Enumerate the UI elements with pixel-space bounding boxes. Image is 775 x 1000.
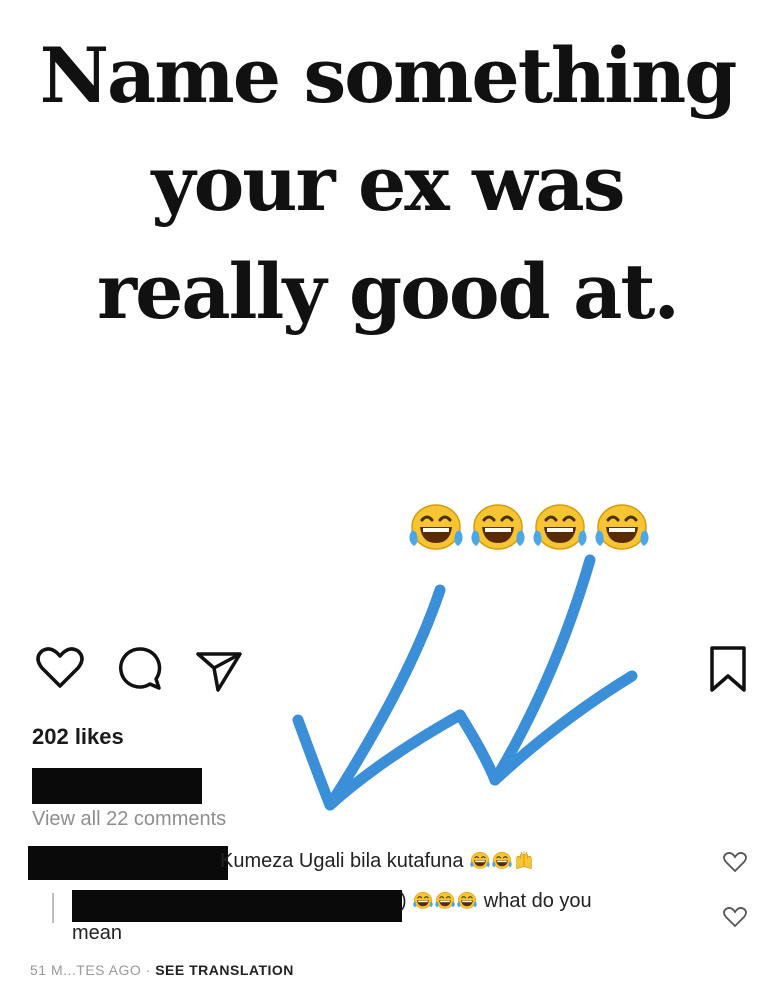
redacted-commenter-name [28,846,228,880]
meta-separator: · [145,962,151,978]
post-headline: Name something your ex was really good a… [0,22,775,346]
post-image: Name something your ex was really good a… [0,0,775,630]
paper-plane-icon[interactable] [190,640,246,696]
face-with-tears-of-joy-icon [469,850,491,870]
comment-2-text-inline: what do you [483,890,592,912]
headline-line-1: Name something [39,31,738,120]
face-with-tears-of-joy-icon [456,890,478,910]
face-with-tears-of-joy-icon [530,500,590,552]
post-action-bar [0,640,775,700]
heart-icon[interactable] [32,640,88,696]
post-timestamp: 51 M...TES AGO [30,962,142,978]
reply-thread-line [52,893,54,923]
comment-bubble-icon[interactable] [112,640,168,696]
face-with-tears-of-joy-icon [406,500,466,552]
raising-hands-icon [513,850,535,870]
see-translation-link[interactable]: SEE TRANSLATION [155,962,294,978]
face-with-tears-of-joy-icon [412,890,434,910]
redacted-reply-text [72,890,402,922]
comment-1-text: Kumeza Ugali bila kutafuna [220,850,464,872]
redacted-username [32,768,202,804]
comment-2: ) what do you [400,890,592,912]
face-with-tears-of-joy-icon [434,890,456,910]
bookmark-icon[interactable] [700,640,756,696]
laughing-emoji-row [406,500,652,552]
comment-2-like-heart-icon[interactable] [722,905,748,929]
face-with-tears-of-joy-icon [491,850,513,870]
arrow-left-head [292,709,466,811]
post-meta: 51 M...TES AGO · SEE TRANSLATION [30,962,294,978]
comment-2-wrap: mean [72,922,123,944]
face-with-tears-of-joy-icon [468,500,528,552]
face-with-tears-of-joy-icon [592,500,652,552]
view-all-comments-link[interactable]: View all 22 comments [32,808,226,831]
likes-count[interactable]: 202 likes [32,724,124,750]
headline-line-3: really good at. [97,247,680,336]
comment-1-like-heart-icon[interactable] [722,850,748,874]
headline-line-2: your ex was [151,139,625,228]
comment-1: Kumeza Ugali bila kutafuna [220,850,535,873]
